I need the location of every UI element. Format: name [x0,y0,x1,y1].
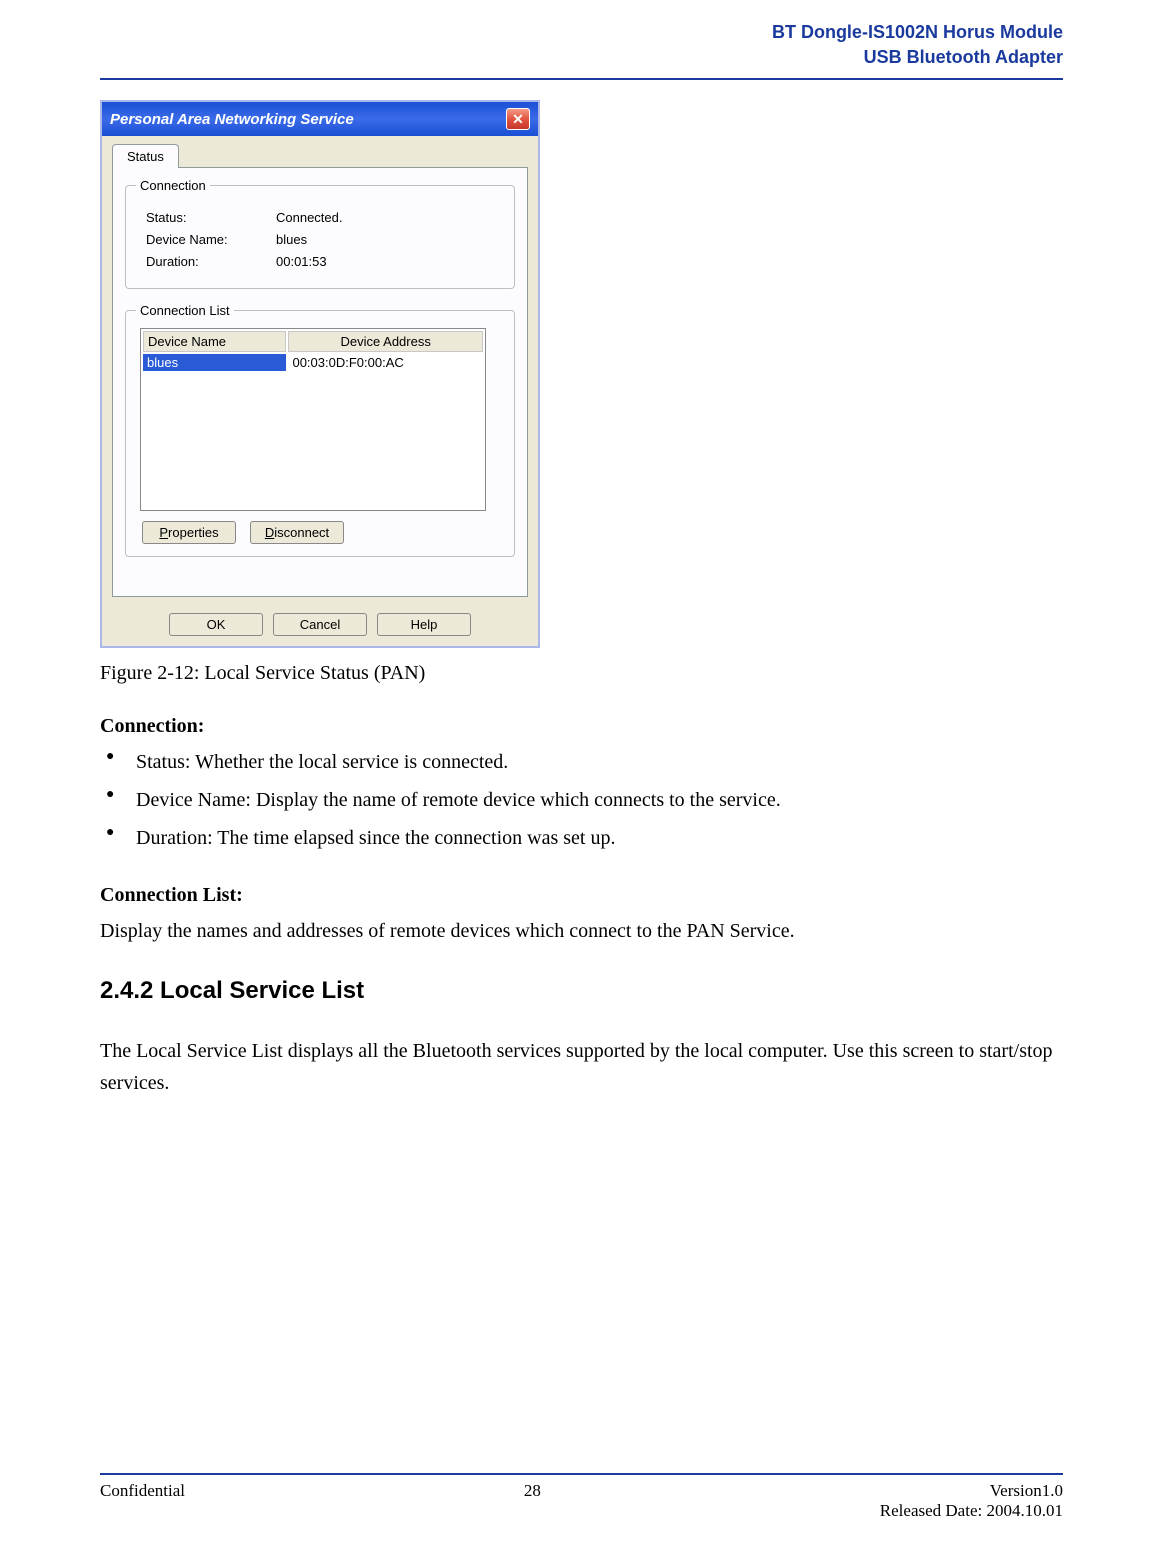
col-device-address[interactable]: Device Address [288,331,482,352]
footer-left: Confidential [100,1481,185,1521]
dialog-titlebar[interactable]: Personal Area Networking Service ✕ [102,102,538,136]
footer-released: Released Date: 2004.10.01 [880,1501,1063,1520]
header-title-2: USB Bluetooth Adapter [100,45,1063,70]
header-rule [100,78,1063,80]
tab-strip: Status [112,144,528,168]
list-item: Duration: The time elapsed since the con… [106,822,1063,854]
connection-list-table[interactable]: Device Name Device Address blues 00:03:0… [140,328,486,511]
ok-button[interactable]: OK [169,613,263,636]
connection-list-legend: Connection List [136,303,234,318]
table-row[interactable]: blues 00:03:0D:F0:00:AC [143,354,483,371]
connection-list-paragraph: Display the names and addresses of remot… [100,915,1063,947]
status-row: Status: Connected. [146,210,504,225]
connection-list-section-head: Connection List: [100,884,1063,907]
footer-version: Version1.0 [990,1481,1063,1500]
heading-2-4-2: 2.4.2 Local Service List [100,977,1063,1005]
figure-caption: Figure 2-12: Local Service Status (PAN) [100,662,1063,685]
row-device-name[interactable]: blues [143,354,286,371]
properties-label: roperties [168,525,219,540]
table-empty-space [143,373,483,508]
dialog-title: Personal Area Networking Service [110,111,354,128]
pan-service-dialog: Personal Area Networking Service ✕ Statu… [100,100,540,648]
footer-rule [100,1473,1063,1475]
footer-right: Version1.0 Released Date: 2004.10.01 [880,1481,1063,1521]
device-name-value: blues [276,232,307,247]
connection-list-group: Connection List Device Name Device Addre… [125,303,515,557]
duration-row: Duration: 00:01:53 [146,254,504,269]
help-button[interactable]: Help [377,613,471,636]
connection-group: Connection Status: Connected. Device Nam… [125,178,515,289]
dialog-body: Status Connection Status: Connected. Dev… [102,136,538,605]
device-row: Device Name: blues [146,232,504,247]
connection-legend: Connection [136,178,210,193]
header-title-1: BT Dongle-IS1002N Horus Module [100,20,1063,45]
paragraph-2-4-2: The Local Service List displays all the … [100,1035,1063,1099]
page-header: BT Dongle-IS1002N Horus Module USB Bluet… [100,0,1063,70]
properties-button[interactable]: Properties [142,521,236,544]
dialog-bottom-buttons: OK Cancel Help [102,605,538,646]
list-item: Device Name: Display the name of remote … [106,784,1063,816]
connection-section-head: Connection: [100,715,1063,738]
cancel-button[interactable]: Cancel [273,613,367,636]
tab-status[interactable]: Status [112,144,179,168]
connection-bullets: Status: Whether the local service is con… [100,746,1063,854]
col-device-name[interactable]: Device Name [143,331,286,352]
footer-page-number: 28 [524,1481,541,1521]
duration-value: 00:01:53 [276,254,327,269]
close-icon[interactable]: ✕ [506,108,530,130]
duration-label: Duration: [146,254,276,269]
disconnect-label: isconnect [274,525,329,540]
status-label: Status: [146,210,276,225]
row-device-address[interactable]: 00:03:0D:F0:00:AC [288,354,482,371]
list-item: Status: Whether the local service is con… [106,746,1063,778]
page-footer: Confidential 28 Version1.0 Released Date… [100,1473,1063,1521]
device-name-label: Device Name: [146,232,276,247]
status-value: Connected. [276,210,343,225]
connection-list-buttons: Properties Disconnect [142,521,504,544]
tab-pane: Connection Status: Connected. Device Nam… [112,167,528,597]
disconnect-button[interactable]: Disconnect [250,521,344,544]
